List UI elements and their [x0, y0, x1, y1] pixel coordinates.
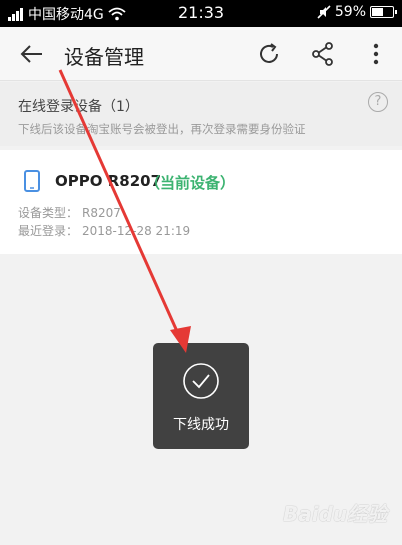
- share-icon[interactable]: [309, 40, 337, 68]
- online-devices-header: 在线登录设备（1） 下线后该设备淘宝账号会被登出，再次登录需要身份验证 ?: [0, 82, 402, 146]
- carrier-label: 中国移动4G: [28, 7, 104, 23]
- clock: 21:33: [178, 3, 225, 22]
- signal-icon: [8, 7, 24, 21]
- success-toast: 下线成功: [153, 343, 249, 449]
- wifi-icon: [108, 7, 126, 21]
- device-type-row: 设备类型： R8207: [18, 204, 121, 221]
- status-left: 中国移动4G: [8, 4, 126, 24]
- back-arrow-icon[interactable]: [18, 40, 46, 68]
- battery-icon: [370, 6, 397, 18]
- phone-icon: [24, 170, 40, 192]
- app-bar: 设备管理: [0, 27, 402, 81]
- section-description: 下线后该设备淘宝账号会被登出，再次登录需要身份验证: [18, 122, 306, 136]
- page-title: 设备管理: [64, 45, 144, 69]
- mute-icon: [317, 5, 331, 19]
- battery-percent: 59%: [334, 4, 366, 20]
- section-title: 在线登录设备（1）: [18, 99, 139, 115]
- device-type-value: R8207: [82, 206, 121, 220]
- status-right: 59%: [317, 4, 397, 20]
- help-icon[interactable]: ?: [368, 92, 388, 112]
- device-type-label: 设备类型：: [18, 206, 79, 220]
- last-login-label: 最近登录：: [18, 224, 79, 238]
- last-login-value: 2018-12-28 21:19: [82, 224, 191, 238]
- last-login-row: 最近登录： 2018-12-28 21:19: [18, 222, 190, 239]
- baidu-watermark: Baidu经验: [283, 502, 388, 526]
- toast-message: 下线成功: [173, 417, 229, 433]
- more-vertical-icon[interactable]: [362, 40, 390, 68]
- device-card[interactable]: OPPO R8207 （当前设备） 设备类型： R8207 最近登录： 2018-1…: [0, 150, 402, 254]
- refresh-icon[interactable]: [255, 40, 283, 68]
- checkmark-icon: [183, 363, 219, 399]
- status-bar: 中国移动4G 21:33 59%: [0, 0, 402, 27]
- current-device-tag: （当前设备）: [145, 174, 236, 192]
